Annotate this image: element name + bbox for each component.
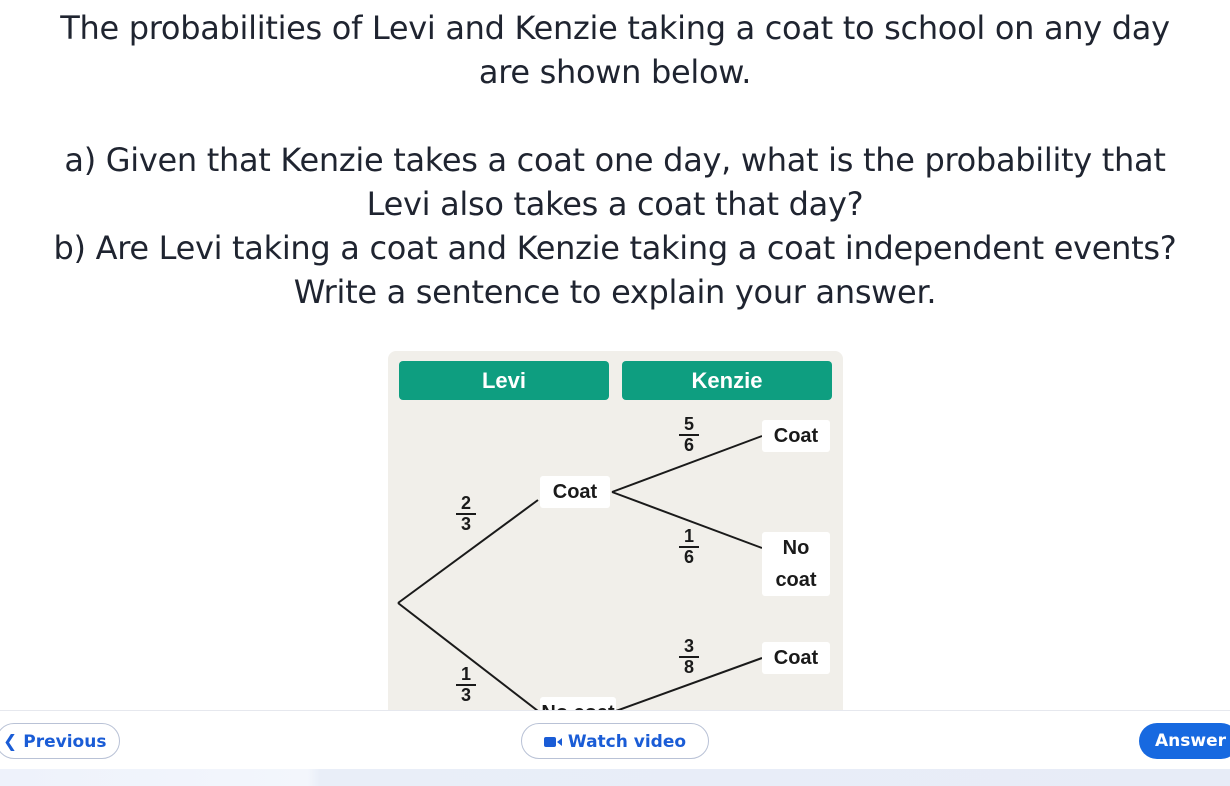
tree-diagram: Levi Kenzie Coat No coat Coat No coat Co…: [388, 351, 843, 711]
prob-levi-coat: 2 3: [456, 494, 476, 534]
prob-kenzie-coat-given-nocoat: 3 8: [679, 637, 699, 677]
prob-k2-coat-denominator: 8: [683, 657, 694, 677]
node-kenzie-coat-2: Coat: [762, 642, 830, 674]
video-camera-icon: [543, 737, 562, 747]
prob-levi-nocoat: 1 3: [456, 665, 476, 705]
bottom-nav-bar: ❮ Previous Watch video Answer: [0, 710, 1230, 786]
chevron-left-icon: ❮: [3, 732, 18, 752]
prob-k1-coat-numerator: 5: [679, 415, 699, 436]
header-levi: Levi: [399, 361, 609, 400]
question-part-b-line-1: b) Are Levi taking a coat and Kenzie tak…: [53, 229, 1177, 267]
watch-video-button[interactable]: Watch video: [521, 723, 709, 759]
node-kenzie-nocoat-1: No coat: [762, 532, 830, 596]
prob-levi-coat-denominator: 3: [460, 514, 471, 534]
prob-k1-nocoat-numerator: 1: [679, 527, 699, 548]
question-part-a-line-2: Levi also takes a coat that day?: [366, 185, 864, 223]
prob-k1-coat-denominator: 6: [683, 435, 694, 455]
prob-k2-coat-numerator: 3: [679, 637, 699, 658]
prob-levi-nocoat-denominator: 3: [460, 685, 471, 705]
node-levi-coat: Coat: [540, 476, 610, 508]
question-intro-line-2: are shown below.: [478, 53, 752, 91]
question-part-a-line-1: a) Given that Kenzie takes a coat one da…: [64, 141, 1166, 179]
prob-kenzie-nocoat-given-coat: 1 6: [679, 527, 699, 567]
answer-button-label: Answer: [1155, 731, 1226, 751]
node-kenzie-coat-1: Coat: [762, 420, 830, 452]
question-intro-line-1: The probabilities of Levi and Kenzie tak…: [60, 9, 1170, 47]
bottom-strip: [0, 769, 1230, 786]
previous-button-label: Previous: [23, 732, 107, 752]
prob-levi-nocoat-numerator: 1: [456, 665, 476, 686]
node-levi-nocoat: No coat: [540, 697, 616, 711]
header-kenzie: Kenzie: [622, 361, 832, 400]
watch-video-button-label: Watch video: [567, 732, 687, 752]
prob-levi-coat-numerator: 2: [456, 494, 476, 515]
prob-k1-nocoat-denominator: 6: [683, 547, 694, 567]
prob-kenzie-coat-given-coat: 5 6: [679, 415, 699, 455]
question-text: The probabilities of Levi and Kenzie tak…: [0, 6, 1230, 314]
previous-button[interactable]: ❮ Previous: [0, 723, 120, 759]
answer-button[interactable]: Answer: [1139, 723, 1230, 759]
question-part-b-line-2: Write a sentence to explain your answer.: [293, 273, 937, 311]
